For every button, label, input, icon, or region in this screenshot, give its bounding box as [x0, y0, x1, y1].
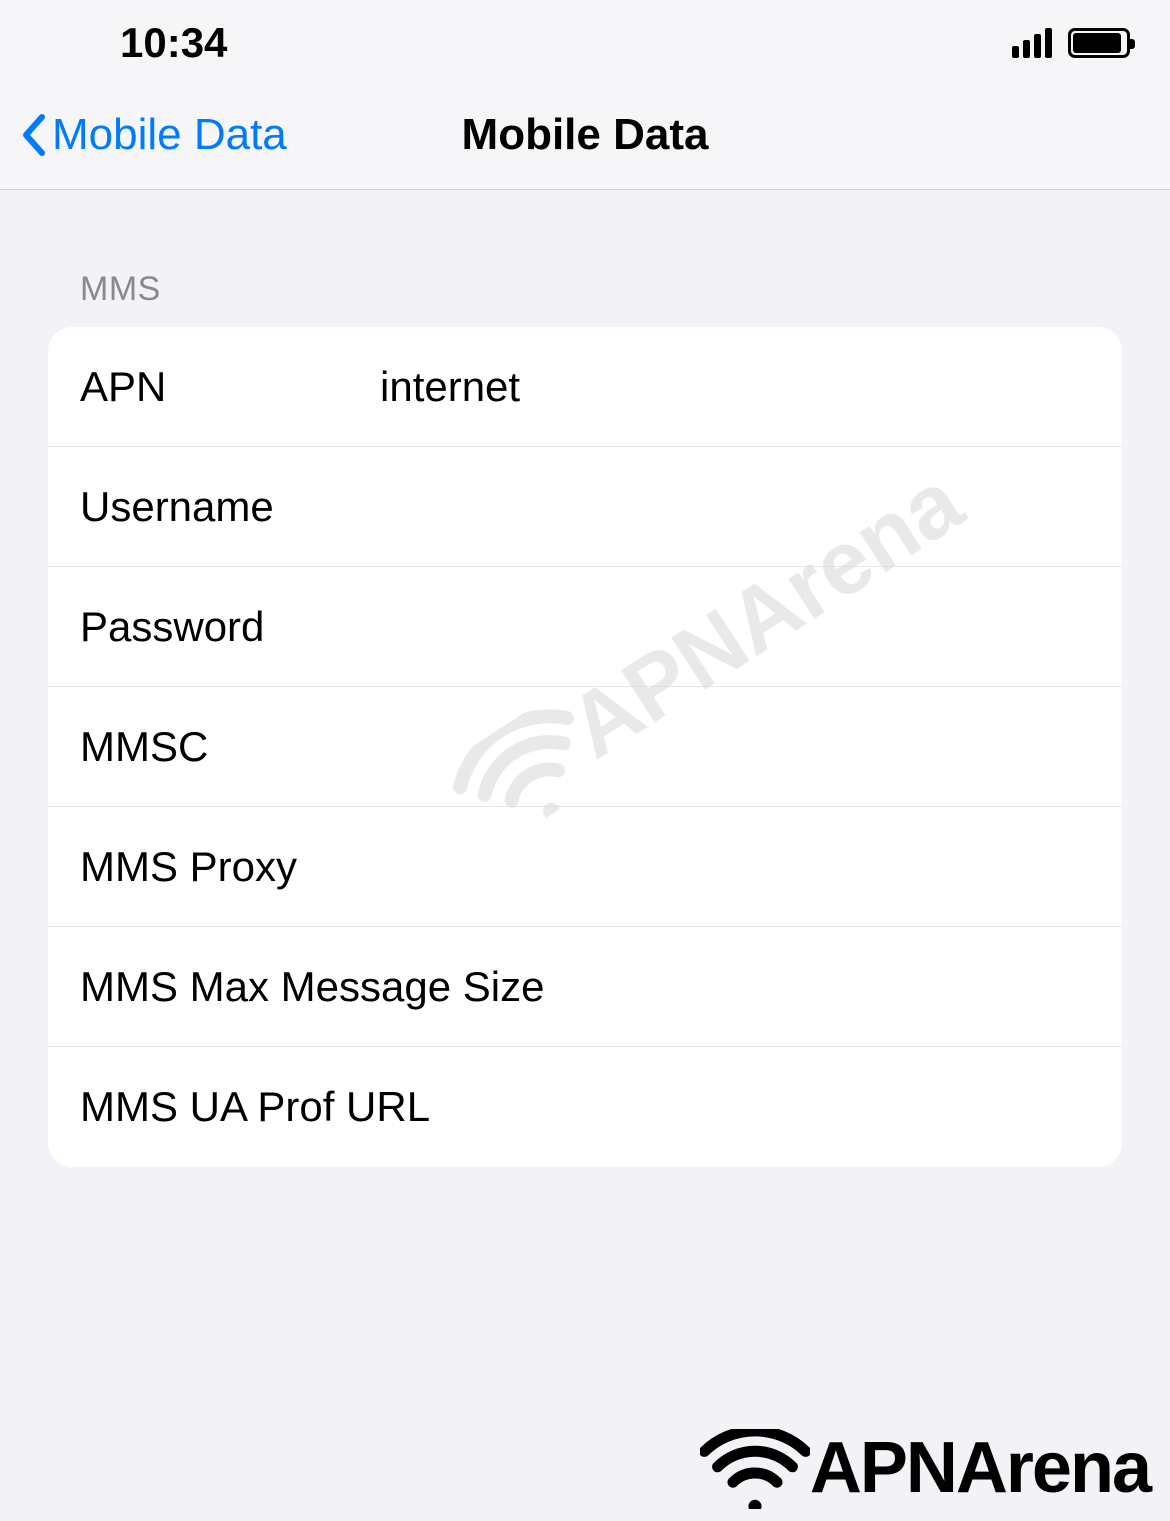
cellular-signal-icon [1012, 28, 1052, 58]
status-icons [1012, 28, 1130, 58]
label-mms-proxy: MMS Proxy [80, 843, 380, 891]
battery-icon [1068, 28, 1130, 58]
row-password[interactable]: Password [48, 567, 1122, 687]
input-mms-ua-prof-url[interactable] [430, 1083, 1090, 1131]
back-button[interactable]: Mobile Data [20, 110, 287, 160]
input-username[interactable] [380, 483, 1090, 531]
row-mms-max-size[interactable]: MMS Max Message Size [48, 927, 1122, 1047]
status-time: 10:34 [120, 19, 227, 67]
status-bar: 10:34 [0, 0, 1170, 80]
input-mms-proxy[interactable] [380, 843, 1090, 891]
label-mms-max-size: MMS Max Message Size [80, 963, 544, 1011]
label-mmsc: MMSC [80, 723, 380, 771]
row-mmsc[interactable]: MMSC [48, 687, 1122, 807]
section-header-mms: MMS [80, 270, 1122, 309]
content: MMS APN Username Password MMSC MMS Proxy… [0, 190, 1170, 1167]
input-apn[interactable] [380, 363, 1090, 411]
row-username[interactable]: Username [48, 447, 1122, 567]
input-mms-max-size[interactable] [544, 963, 1090, 1011]
wifi-icon [700, 1429, 810, 1509]
footer-text: APNArena [810, 1427, 1150, 1509]
label-apn: APN [80, 363, 380, 411]
chevron-left-icon [20, 113, 46, 157]
back-label: Mobile Data [52, 110, 287, 160]
label-username: Username [80, 483, 380, 531]
nav-bar: Mobile Data Mobile Data [0, 80, 1170, 190]
label-mms-ua-prof-url: MMS UA Prof URL [80, 1083, 430, 1131]
input-password[interactable] [380, 603, 1090, 651]
label-password: Password [80, 603, 380, 651]
page-title: Mobile Data [462, 110, 709, 160]
footer-brand: APNArena [700, 1427, 1150, 1509]
row-mms-ua-prof-url[interactable]: MMS UA Prof URL [48, 1047, 1122, 1167]
input-mmsc[interactable] [380, 723, 1090, 771]
row-mms-proxy[interactable]: MMS Proxy [48, 807, 1122, 927]
settings-group-mms: APN Username Password MMSC MMS Proxy MMS… [48, 327, 1122, 1167]
row-apn[interactable]: APN [48, 327, 1122, 447]
